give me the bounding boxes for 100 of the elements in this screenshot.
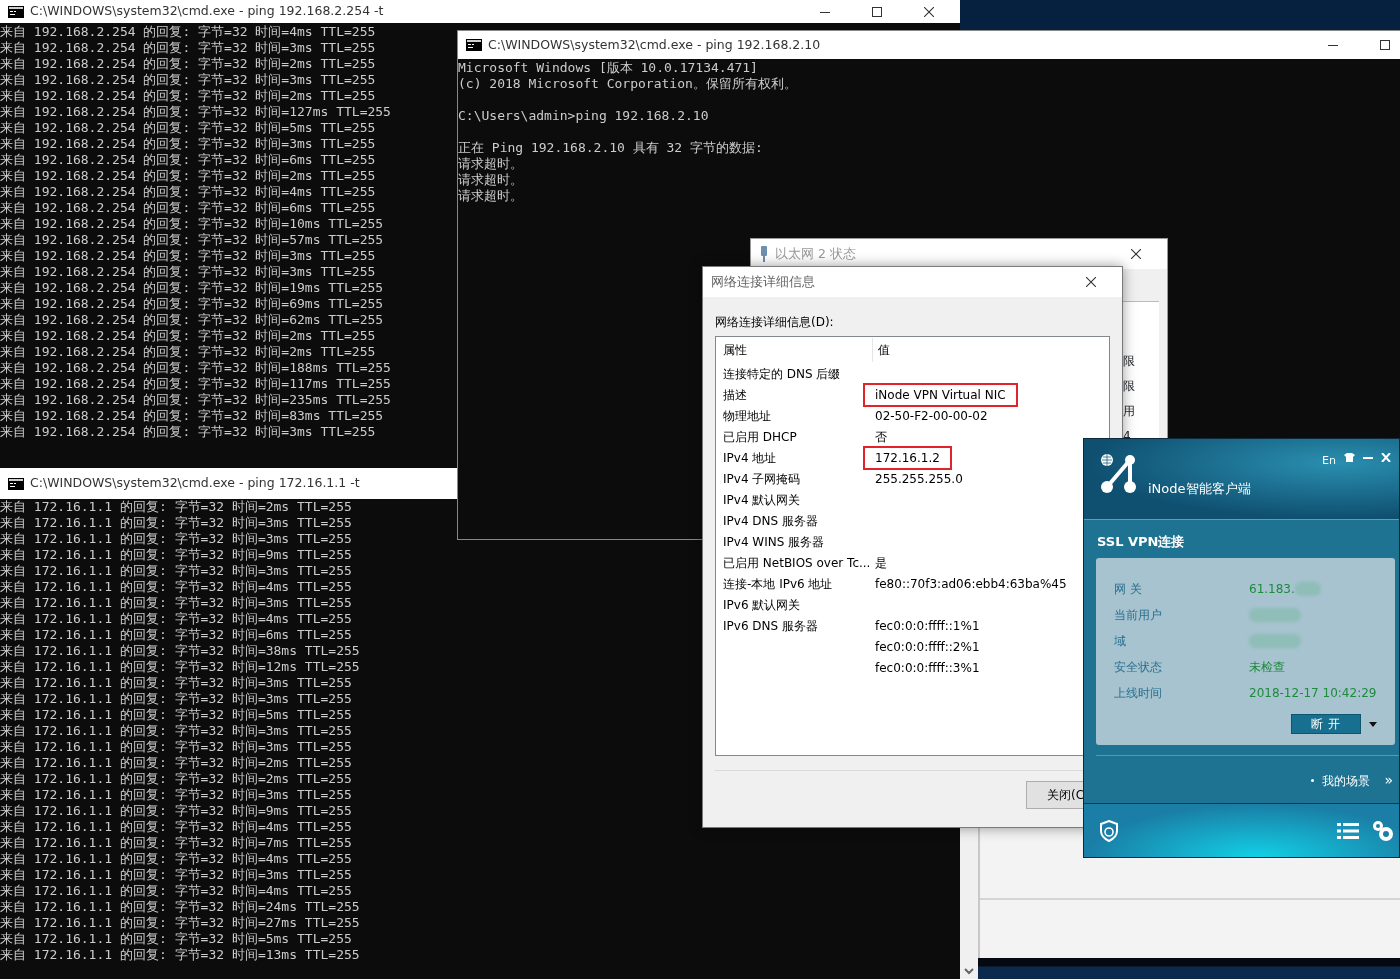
field-value: 未检查 <box>1249 659 1285 677</box>
property-cell-text: IPv6 DNS 服务器 <box>722 617 819 635</box>
field-label: 当前用户 <box>1114 607 1163 625</box>
scenes-link[interactable]: 我的场景 <box>1322 771 1371 790</box>
property-cell-text: 物理地址 <box>722 407 772 425</box>
console-line: 来自 172.16.1.1 的回复: 字节=32 时间=7ms TTL=255 <box>0 835 352 851</box>
list-label: 网络连接详细信息(D): <box>715 314 835 331</box>
dropdown-caret-icon[interactable] <box>1369 721 1377 727</box>
console-line: 来自 172.16.1.1 的回复: 字节=32 时间=9ms TTL=255 <box>0 803 352 819</box>
console-line: 来自 192.168.2.254 的回复: 字节=32 时间=127ms TTL=255 <box>0 104 391 120</box>
console-line: 来自 192.168.2.254 的回复: 字节=32 时间=188ms TTL=255 <box>0 360 391 376</box>
window-title: 以太网 2 状态 <box>775 244 856 263</box>
console-icon <box>8 5 24 18</box>
console-line: 来自 172.16.1.1 的回复: 字节=32 时间=3ms TTL=255 <box>0 787 352 803</box>
console-line: (c) 2018 Microsoft Corporation。保留所有权利。 <box>458 76 797 92</box>
maximize-icon[interactable] <box>872 6 882 17</box>
console-line: 来自 172.16.1.1 的回复: 字节=32 时间=13ms TTL=255 <box>0 947 360 963</box>
console-line: 来自 172.16.1.1 的回复: 字节=32 时间=3ms TTL=255 <box>0 739 352 755</box>
console-line: 来自 192.168.2.254 的回复: 字节=32 时间=2ms TTL=255 <box>0 168 376 184</box>
console-line: 来自 192.168.2.254 的回复: 字节=32 时间=83ms TTL=255 <box>0 408 384 424</box>
console-line: 来自 192.168.2.254 的回复: 字节=32 时间=69ms TTL=255 <box>0 296 384 312</box>
network-plug-icon <box>759 246 769 262</box>
console-line: 来自 192.168.2.254 的回复: 字节=32 时间=5ms TTL=255 <box>0 120 376 136</box>
console-line: 来自 172.16.1.1 的回复: 字节=32 时间=27ms TTL=255 <box>0 915 360 931</box>
console-line: 来自 192.168.2.254 的回复: 字节=32 时间=235ms TTL=255 <box>0 392 391 408</box>
property-cell-text: 已启用 NetBIOS over Tc... <box>722 554 872 572</box>
expand-glyph[interactable]: » <box>1384 770 1393 792</box>
console-icon <box>466 39 482 51</box>
column-header[interactable]: 值 <box>873 338 895 362</box>
value-cell-text: fec0:0:0:ffff::2%1 <box>874 638 981 656</box>
scroll-down-icon[interactable] <box>964 968 974 975</box>
scrollbar[interactable] <box>960 828 978 979</box>
app-title: iNode智能客户端 <box>1148 480 1251 498</box>
console-line: 来自 172.16.1.1 的回复: 字节=32 时间=4ms TTL=255 <box>0 819 352 835</box>
console-line: 来自 192.168.2.254 的回复: 字节=32 时间=6ms TTL=255 <box>0 200 376 216</box>
console-line: 来自 192.168.2.254 的回复: 字节=32 时间=3ms TTL=255 <box>0 424 376 440</box>
property-cell-text: IPv4 默认网关 <box>722 491 802 509</box>
window-title: C:\WINDOWS\system32\cmd.exe - ping 192.168.2.254 -t <box>30 2 384 21</box>
console-line: 来自 172.16.1.1 的回复: 字节=32 时间=9ms TTL=255 <box>0 547 352 563</box>
property-cell-text: 已启用 DHCP <box>722 428 798 446</box>
console-line: C:\Users\admin>ping 192.168.2.10 <box>458 108 709 124</box>
field-label: 网 关 <box>1114 581 1143 599</box>
status-label: 限 <box>1122 353 1136 370</box>
console-line: 来自 192.168.2.254 的回复: 字节=32 时间=117ms TTL=255 <box>0 376 391 392</box>
console-line: Microsoft Windows [版本 10.0.17134.471] <box>458 60 758 76</box>
property-cell-text: 描述 <box>722 386 748 404</box>
property-cell-text: IPv4 DNS 服务器 <box>722 512 819 530</box>
maximize-icon[interactable] <box>1380 40 1390 50</box>
value-cell-text: 255.255.255.0 <box>874 470 964 488</box>
value-cell-text: fe80::70f3:ad06:ebb4:63ba%45 <box>874 575 1068 593</box>
menu-icon[interactable] <box>1337 822 1359 839</box>
disconnect-button[interactable]: 断 开 <box>1291 714 1361 735</box>
console-line: 来自 192.168.2.254 的回复: 字节=32 时间=3ms TTL=255 <box>0 264 376 280</box>
console-line: 来自 172.16.1.1 的回复: 字节=32 时间=4ms TTL=255 <box>0 611 352 627</box>
property-cell-text: IPv4 WINS 服务器 <box>722 533 826 551</box>
field-label: 域 <box>1114 633 1127 651</box>
console-line: 来自 172.16.1.1 的回复: 字节=32 时间=2ms TTL=255 <box>0 755 352 771</box>
section-title: SSL VPN连接 <box>1096 532 1186 551</box>
window-title: 网络连接详细信息 <box>711 272 815 291</box>
console-line: 来自 172.16.1.1 的回复: 字节=32 时间=3ms TTL=255 <box>0 867 352 883</box>
console-line: 来自 172.16.1.1 的回复: 字节=32 时间=3ms TTL=255 <box>0 515 352 531</box>
console-line: 来自 192.168.2.254 的回复: 字节=32 时间=2ms TTL=255 <box>0 88 376 104</box>
console-line: 来自 172.16.1.1 的回复: 字节=32 时间=2ms TTL=255 <box>0 771 352 787</box>
console-line: 请求超时。 <box>458 172 523 188</box>
shield-icon[interactable] <box>1100 819 1118 842</box>
console-line: 来自 172.16.1.1 的回复: 字节=32 时间=3ms TTL=255 <box>0 563 352 579</box>
shirt-icon[interactable] <box>1344 453 1355 462</box>
console-line: 来自 192.168.2.254 的回复: 字节=32 时间=10ms TTL=255 <box>0 216 384 232</box>
console-line: 来自 172.16.1.1 的回复: 字节=32 时间=3ms TTL=255 <box>0 723 352 739</box>
console-line: 来自 172.16.1.1 的回复: 字节=32 时间=38ms TTL=255 <box>0 643 360 659</box>
language-toggle[interactable]: En <box>1322 453 1336 470</box>
close-icon[interactable] <box>1086 277 1096 287</box>
console-line: 来自 192.168.2.254 的回复: 字节=32 时间=2ms TTL=255 <box>0 344 376 360</box>
close-icon[interactable] <box>1131 249 1141 259</box>
console-line: 来自 192.168.2.254 的回复: 字节=32 时间=4ms TTL=255 <box>0 24 376 40</box>
field-value: 2018-12-17 10:42:29 <box>1249 685 1377 703</box>
console-line: 来自 192.168.2.254 的回复: 字节=32 时间=2ms TTL=255 <box>0 328 376 344</box>
console-line: 来自 192.168.2.254 的回复: 字节=32 时间=3ms TTL=255 <box>0 136 376 152</box>
console-line: 来自 172.16.1.1 的回复: 字节=32 时间=4ms TTL=255 <box>0 579 352 595</box>
console-line: 来自 192.168.2.254 的回复: 字节=32 时间=62ms TTL=255 <box>0 312 384 328</box>
property-cell-text: IPv4 地址 <box>722 449 778 467</box>
window-title: C:\WINDOWS\system32\cmd.exe - ping 192.168.2.10 <box>488 35 821 54</box>
console-line: 来自 192.168.2.254 的回复: 字节=32 时间=19ms TTL=255 <box>0 280 384 296</box>
console-line: 请求超时。 <box>458 188 523 204</box>
field-label: 安全状态 <box>1114 659 1163 677</box>
settings-icon[interactable] <box>1371 818 1395 843</box>
console-line: 正在 Ping 192.168.2.10 具有 32 字节的数据: <box>458 140 763 156</box>
console-line: 来自 192.168.2.254 的回复: 字节=32 时间=57ms TTL=255 <box>0 232 384 248</box>
bullet-icon <box>1311 779 1315 783</box>
close-icon[interactable] <box>924 6 934 17</box>
column-header[interactable]: 属性 <box>716 338 873 362</box>
console-line: 来自 172.16.1.1 的回复: 字节=32 时间=24ms TTL=255 <box>0 899 360 915</box>
status-label: 限 <box>1122 378 1136 395</box>
close-button[interactable]: 关闭(C <box>1026 781 1084 809</box>
value-cell-text: fec0:0:0:ffff::3%1 <box>874 659 981 677</box>
console-line: 来自 172.16.1.1 的回复: 字节=32 时间=12ms TTL=255 <box>0 659 360 675</box>
property-cell-text: IPv6 默认网关 <box>722 596 802 614</box>
console-line: 来自 172.16.1.1 的回复: 字节=32 时间=5ms TTL=255 <box>0 707 352 723</box>
property-cell-text: IPv4 子网掩码 <box>722 470 802 488</box>
property-cell-text: 连接特定的 DNS 后缀 <box>722 365 842 383</box>
